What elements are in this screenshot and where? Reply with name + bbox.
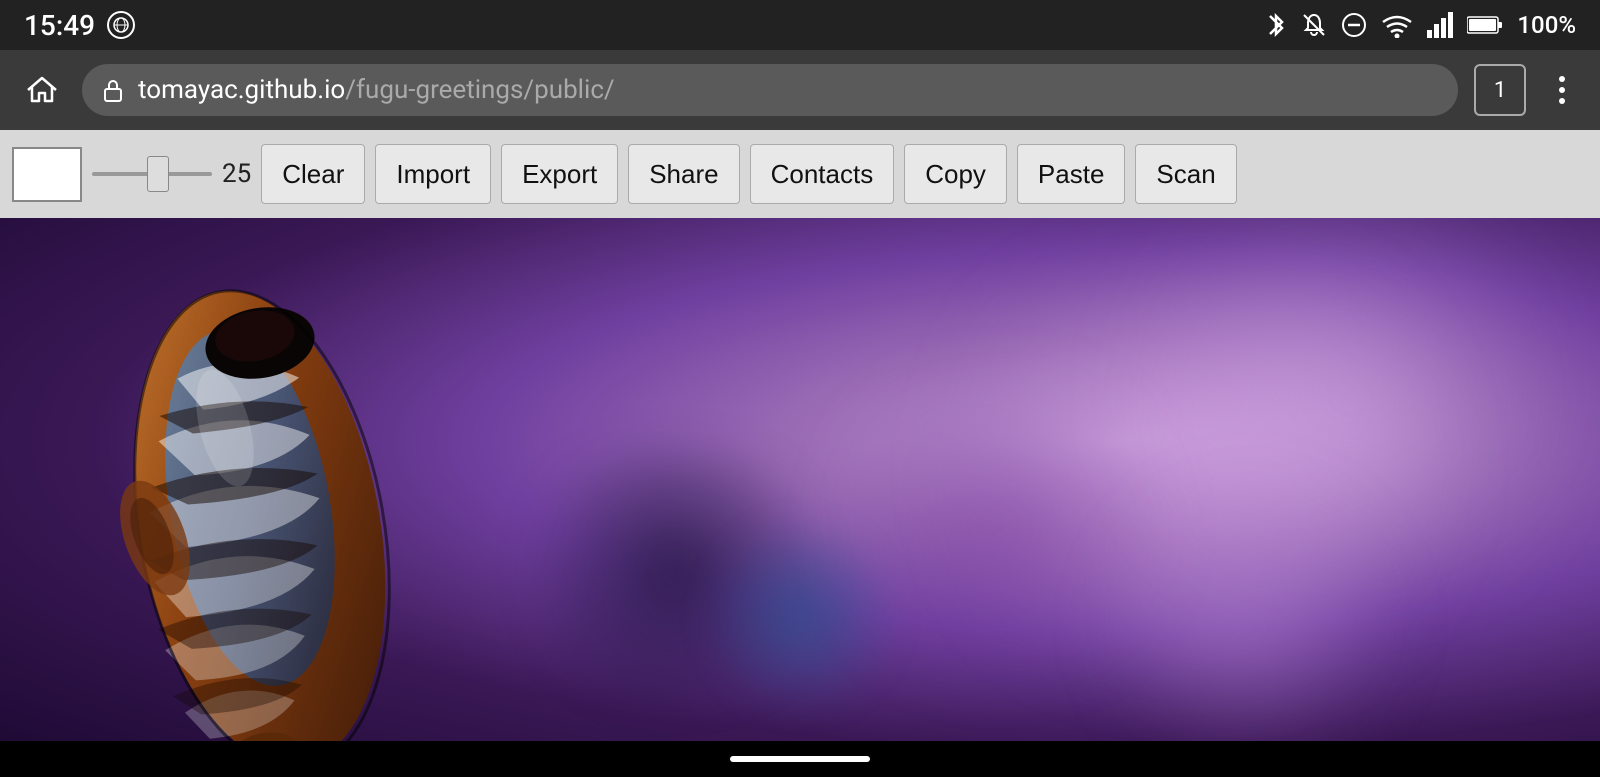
slider-thumb[interactable]	[147, 156, 169, 192]
dnd-icon	[1341, 12, 1367, 38]
status-time: 15:49	[24, 9, 95, 42]
url-domain: tomayac.github.io	[138, 75, 345, 105]
url-path: /fugu-greetings/public/	[345, 75, 614, 105]
export-button[interactable]: Export	[501, 144, 618, 204]
contacts-button[interactable]: Contacts	[750, 144, 895, 204]
status-bar: 15:49	[0, 0, 1600, 50]
more-dot-1	[1559, 76, 1565, 82]
home-button[interactable]	[18, 66, 66, 114]
slider-track[interactable]	[92, 172, 212, 176]
bg-blob-6	[1100, 477, 1400, 777]
tab-count-label: 1	[1494, 78, 1506, 103]
bluetooth-icon	[1265, 11, 1287, 39]
status-right: 100%	[1265, 11, 1576, 39]
wifi-icon	[1381, 12, 1413, 38]
battery-percent: 100%	[1517, 11, 1576, 39]
import-button[interactable]: Import	[375, 144, 491, 204]
share-button[interactable]: Share	[628, 144, 739, 204]
fish-image	[40, 248, 600, 777]
lock-icon	[102, 77, 124, 103]
slider-value: 25	[222, 159, 251, 189]
more-menu-button[interactable]	[1542, 70, 1582, 110]
nav-home-indicator	[730, 756, 870, 762]
nav-bar	[0, 741, 1600, 777]
main-content	[0, 218, 1600, 777]
more-dot-3	[1559, 98, 1565, 104]
clear-button[interactable]: Clear	[261, 144, 365, 204]
scan-button[interactable]: Scan	[1135, 144, 1236, 204]
color-preview[interactable]	[12, 147, 82, 202]
copy-button[interactable]: Copy	[904, 144, 1007, 204]
more-dot-2	[1559, 87, 1565, 93]
paste-button[interactable]: Paste	[1017, 144, 1126, 204]
size-slider-container: 25	[92, 159, 251, 189]
url-text: tomayac.github.io/fugu-greetings/public/	[138, 75, 615, 105]
url-bar[interactable]: tomayac.github.io/fugu-greetings/public/	[82, 64, 1458, 116]
address-bar: tomayac.github.io/fugu-greetings/public/…	[0, 50, 1600, 130]
status-left: 15:49	[24, 9, 135, 42]
toolbar: 25 Clear Import Export Share Contacts Co…	[0, 130, 1600, 218]
signal-icon	[1427, 12, 1453, 38]
bg-blob-4	[700, 517, 900, 717]
tab-count-button[interactable]: 1	[1474, 64, 1526, 116]
battery-icon	[1467, 15, 1503, 35]
browser-icon	[107, 11, 135, 39]
mute-icon	[1301, 12, 1327, 38]
fish-scene	[0, 218, 1600, 777]
